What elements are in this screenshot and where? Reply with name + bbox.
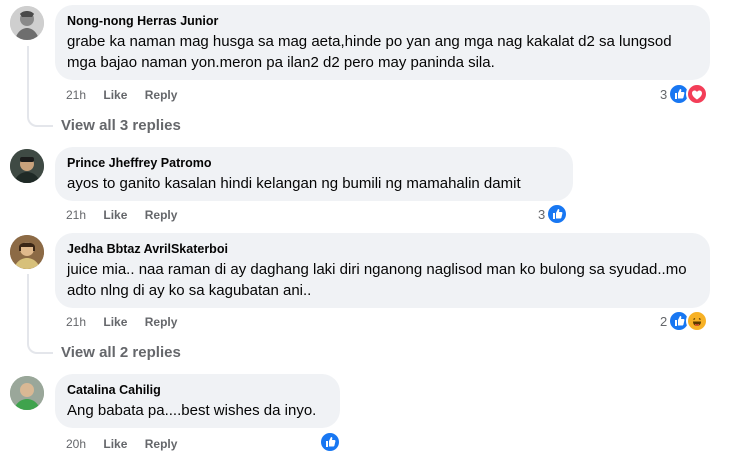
reaction-summary[interactable]: 2	[660, 310, 709, 332]
reply-thread-line	[27, 46, 53, 127]
reply-button[interactable]: Reply	[145, 208, 178, 222]
like-icon	[319, 431, 341, 453]
avatar[interactable]	[10, 235, 44, 269]
love-icon	[686, 83, 709, 105]
avatar[interactable]	[10, 376, 44, 410]
like-button[interactable]: Like	[103, 88, 127, 102]
like-button[interactable]: Like	[103, 437, 127, 451]
comment-bubble: Prince Jheffrey Patromo ayos to ganito k…	[55, 147, 573, 201]
reply-button[interactable]: Reply	[145, 437, 178, 451]
comment-time[interactable]: 21h	[66, 315, 86, 329]
comment-bubble: Jedha Bbtaz AvrilSkaterboi juice mia.. n…	[55, 233, 710, 308]
view-replies-link[interactable]: View all 3 replies	[61, 117, 181, 134]
comment-author[interactable]: Catalina Cahilig	[67, 382, 328, 398]
reaction-summary[interactable]: 3	[660, 83, 709, 105]
comment-author[interactable]: Nong-nong Herras Junior	[67, 13, 698, 29]
comment-bubble: Nong-nong Herras Junior grabe ka naman m…	[55, 5, 710, 80]
comment-time[interactable]: 21h	[66, 208, 86, 222]
reaction-count: 2	[660, 313, 668, 329]
reaction-summary[interactable]	[318, 431, 341, 453]
comment-text: ayos to ganito kasalan hindi kelangan ng…	[67, 175, 521, 192]
comment-time[interactable]: 20h	[66, 437, 86, 451]
reply-thread-line	[27, 274, 53, 354]
comment-text: Ang babata pa....best wishes da inyo.	[67, 402, 317, 419]
like-icon	[546, 203, 569, 225]
comment-actions: 21h Like Reply	[66, 207, 191, 223]
haha-icon	[686, 310, 709, 332]
reply-button[interactable]: Reply	[145, 88, 178, 102]
comment-bubble: Catalina Cahilig Ang babata pa....best w…	[55, 374, 340, 428]
avatar[interactable]	[10, 149, 44, 183]
like-button[interactable]: Like	[103, 208, 127, 222]
avatar[interactable]	[10, 6, 44, 40]
comment-text: grabe ka naman mag husga sa mag aeta,hin…	[67, 33, 672, 71]
view-replies-link[interactable]: View all 2 replies	[61, 344, 181, 361]
comment-author[interactable]: Jedha Bbtaz AvrilSkaterboi	[67, 241, 698, 257]
reaction-count: 3	[538, 206, 546, 222]
comment-actions: 20h Like Reply	[66, 436, 191, 452]
comment-time[interactable]: 21h	[66, 88, 86, 102]
reply-button[interactable]: Reply	[145, 315, 178, 329]
comment-actions: 21h Like Reply	[66, 87, 191, 103]
like-button[interactable]: Like	[103, 315, 127, 329]
comment-text: juice mia.. naa raman di ay daghang laki…	[67, 261, 687, 299]
comment-author[interactable]: Prince Jheffrey Patromo	[67, 155, 561, 171]
reaction-summary[interactable]: 3	[538, 203, 569, 225]
comment-actions: 21h Like Reply	[66, 314, 191, 330]
reaction-count: 3	[660, 86, 668, 102]
